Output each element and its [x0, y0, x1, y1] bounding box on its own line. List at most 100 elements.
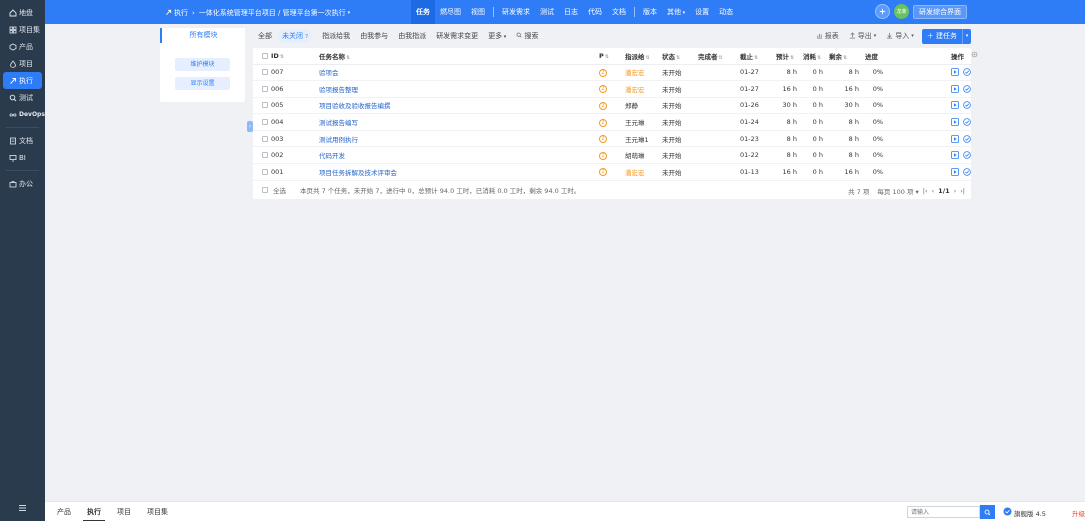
bottom-tab-product[interactable]: 产品: [53, 502, 75, 521]
bottom-tab-execution[interactable]: 执行: [83, 502, 105, 521]
last-page-icon[interactable]: ›|: [960, 187, 965, 195]
finish-icon[interactable]: [963, 68, 971, 77]
tab-code[interactable]: 代码: [583, 0, 607, 24]
sidebar-item-qa[interactable]: 测试: [3, 89, 42, 106]
module-all[interactable]: 所有模块: [160, 28, 245, 43]
start-icon[interactable]: [951, 68, 959, 77]
table-row[interactable]: 004 测试报告编写 2 王元琳 未开始 01-24 8 h0 h8 h 0%: [253, 113, 971, 131]
sidebar-item-home[interactable]: 地盘: [3, 4, 42, 21]
tab-test[interactable]: 测试: [535, 0, 559, 24]
assignee[interactable]: 郑静: [625, 102, 638, 110]
col-priority[interactable]: P⇅: [599, 48, 625, 65]
assignee[interactable]: 王元琳: [625, 119, 645, 127]
assignee[interactable]: 潘宏宏: [625, 69, 645, 77]
col-progress[interactable]: 进度: [865, 48, 951, 65]
assignee[interactable]: 王元琳1: [625, 136, 649, 144]
tab-task[interactable]: 任务: [411, 0, 435, 24]
finish-icon[interactable]: [963, 118, 971, 126]
col-assignee[interactable]: 指派给⇅: [625, 48, 662, 65]
avatar[interactable]: 龙菲: [894, 4, 909, 19]
tab-doc[interactable]: 文档: [607, 0, 631, 24]
col-status[interactable]: 状态⇅: [662, 48, 698, 65]
table-row[interactable]: 006 验项报告整理 2 潘宏宏 未开始 01-27 16 h0 h 16 h 0%: [253, 80, 971, 98]
tab-view[interactable]: 视图: [466, 0, 490, 24]
start-icon[interactable]: [951, 101, 959, 110]
task-name-link[interactable]: 验项会: [319, 69, 339, 77]
pager-per-page[interactable]: 每页 100 项 ▾: [873, 186, 918, 196]
breadcrumb-root[interactable]: 执行: [174, 8, 188, 18]
maintain-module-button[interactable]: 维护模块: [175, 58, 230, 71]
assignee[interactable]: 胡萌琳: [625, 152, 645, 160]
tab-burndown[interactable]: 燃尽图: [435, 0, 466, 24]
select-all-label[interactable]: 全选: [273, 185, 286, 195]
display-settings-button[interactable]: 显示设置: [175, 77, 230, 90]
col-finisher[interactable]: 完成者⇅: [698, 48, 740, 65]
filter-involved[interactable]: 由我参与: [360, 31, 388, 41]
import-button[interactable]: 导入 ▾: [886, 31, 914, 41]
footer-select-all-checkbox[interactable]: [262, 187, 268, 193]
row-checkbox[interactable]: [262, 85, 268, 92]
global-search-button[interactable]: [980, 505, 995, 519]
bottom-tab-program[interactable]: 项目集: [143, 502, 172, 521]
global-search-input[interactable]: [907, 506, 980, 518]
switch-interface-button[interactable]: 研发综合界面: [913, 4, 967, 19]
new-task-dropdown[interactable]: ▾: [962, 28, 971, 44]
task-name-link[interactable]: 测试报告编写: [319, 119, 358, 127]
filter-more[interactable]: 更多 ▾: [488, 31, 506, 41]
row-checkbox[interactable]: [262, 102, 268, 109]
filter-created-by-me[interactable]: 由我指派: [398, 31, 426, 41]
filter-assigned-to-me[interactable]: 指派给我: [322, 31, 350, 41]
finish-icon[interactable]: [963, 85, 971, 93]
assignee[interactable]: 潘宏宏: [625, 169, 645, 177]
prev-page-icon[interactable]: ‹: [932, 187, 935, 195]
start-icon[interactable]: [951, 151, 959, 160]
tab-settings[interactable]: 设置: [690, 0, 714, 24]
sidebar-item-bi[interactable]: BI: [3, 149, 42, 166]
bottom-tab-project[interactable]: 项目: [113, 502, 135, 521]
table-row[interactable]: 005 项目验收及验收报告编撰 2 郑静 未开始 01-26 30 h0 h 30 h 0%: [253, 97, 971, 115]
task-name-link[interactable]: 验项报告整理: [319, 86, 358, 94]
finish-icon[interactable]: [963, 151, 971, 160]
breadcrumb-execution[interactable]: 一体化系统管理平台项目 / 管理平台第一次执行: [199, 8, 346, 18]
sidebar-item-devops[interactable]: DevOps: [3, 106, 45, 123]
first-page-icon[interactable]: |‹: [923, 187, 928, 195]
new-task-button[interactable]: ＋ 建任务: [921, 28, 962, 44]
sidebar-item-office[interactable]: 办公: [3, 175, 42, 192]
filter-unclosed[interactable]: 未关闭 7: [278, 29, 313, 43]
sidebar-item-execution[interactable]: 执行: [3, 72, 42, 89]
col-deadline[interactable]: 截止⇅: [740, 48, 776, 65]
finish-icon[interactable]: [963, 134, 971, 143]
finish-icon[interactable]: [963, 168, 971, 176]
upgrade-link[interactable]: 升级: [1072, 508, 1085, 518]
next-page-icon[interactable]: ›: [954, 187, 957, 195]
version-info[interactable]: 旗舰版 4.5: [1003, 507, 1046, 518]
tab-other[interactable]: 其他 ▾: [662, 0, 690, 24]
col-consumed[interactable]: 消耗⇅: [803, 48, 829, 65]
filter-all[interactable]: 全部: [258, 31, 272, 41]
sidebar-item-product[interactable]: 产品: [3, 38, 42, 55]
report-button[interactable]: 报表: [816, 31, 839, 41]
tab-build[interactable]: 版本: [638, 0, 662, 24]
sidebar-item-program[interactable]: 项目集: [3, 21, 42, 38]
task-name-link[interactable]: 测试用例执行: [319, 136, 358, 144]
task-name-link[interactable]: 项目验收及验收报告编撰: [319, 102, 391, 110]
chevron-down-icon[interactable]: ▾: [348, 10, 351, 16]
tab-log[interactable]: 日志: [559, 0, 583, 24]
row-checkbox[interactable]: [262, 69, 268, 76]
col-name[interactable]: 任务名称⇅: [301, 48, 599, 65]
assignee[interactable]: 潘宏宏: [625, 86, 645, 94]
table-row[interactable]: 003 测试用例执行 2 王元琳1 未开始 01-23 8 h0 h8 h 0%: [253, 130, 971, 148]
task-name-link[interactable]: 代码开发: [319, 152, 345, 160]
tab-story[interactable]: 研发需求: [497, 0, 535, 24]
quick-add-button[interactable]: [875, 4, 890, 19]
table-row[interactable]: 001 项目任务拆解及技术评审会 2 潘宏宏 未开始 01-13 16 h0 h 16 h 0%: [253, 163, 971, 181]
filter-story-change[interactable]: 研发需求变更: [436, 31, 478, 41]
select-all-checkbox[interactable]: [262, 52, 268, 59]
col-id[interactable]: ID⇅: [271, 48, 301, 65]
start-icon[interactable]: [951, 84, 959, 93]
col-left[interactable]: 剩余⇅: [829, 48, 865, 65]
row-checkbox[interactable]: [262, 152, 268, 159]
menu-toggle-icon[interactable]: [18, 504, 27, 512]
tab-dynamic[interactable]: 动态: [714, 0, 738, 24]
search-toggle[interactable]: 搜索: [516, 31, 539, 41]
